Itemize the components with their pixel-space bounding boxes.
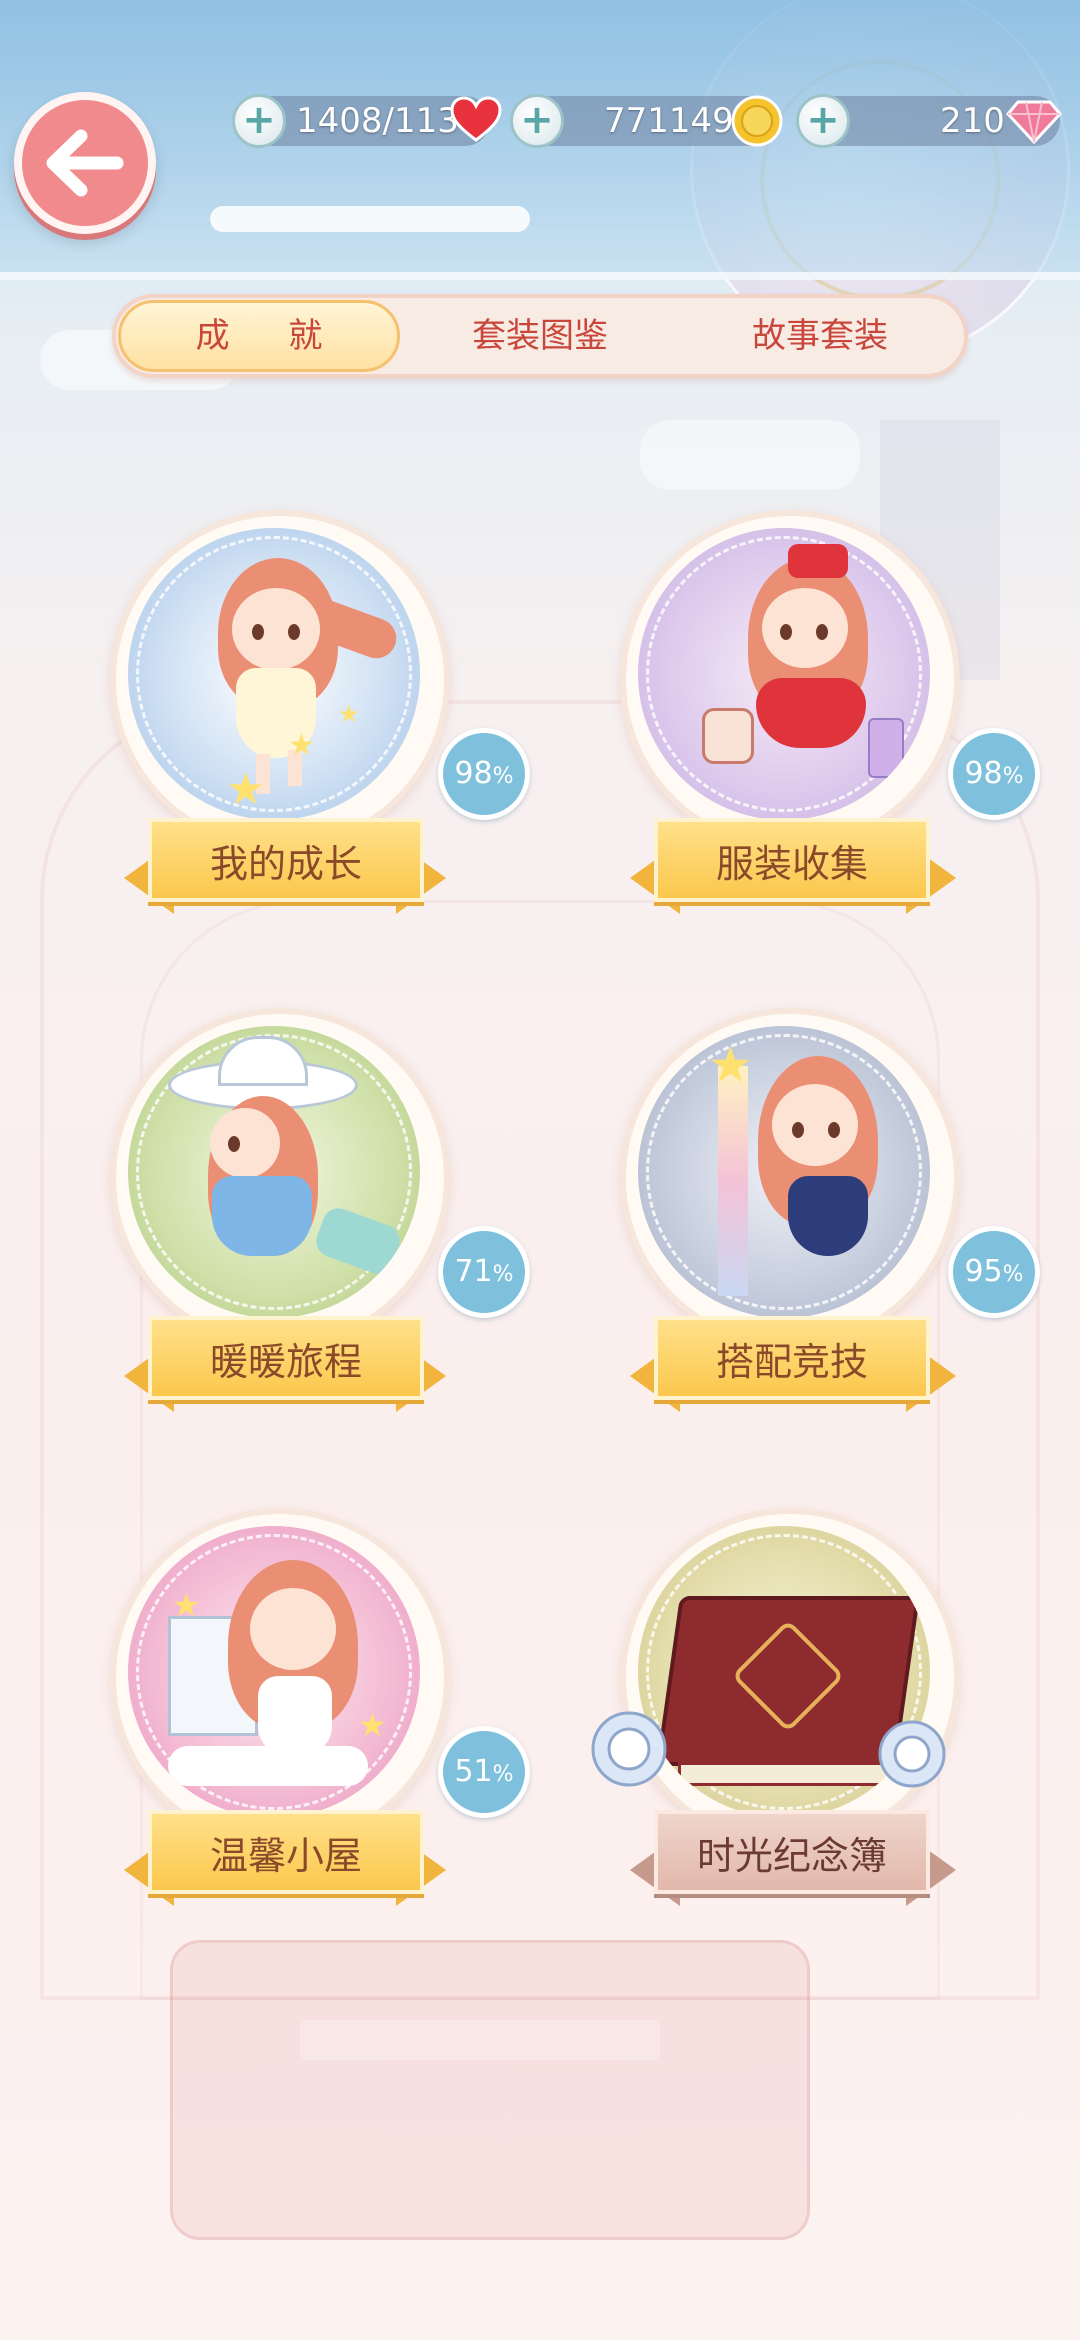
flower-icon bbox=[878, 1720, 946, 1788]
gold-value: 771149 bbox=[604, 101, 734, 141]
plus-icon[interactable]: + bbox=[232, 94, 286, 148]
achievement-title: 暖暖旅程 bbox=[148, 1316, 424, 1400]
cloud bbox=[210, 206, 530, 232]
medal-art: ★ ★ bbox=[128, 1526, 420, 1818]
tab-achievements[interactable]: 成 就 bbox=[118, 300, 400, 372]
progress-badge: 51% bbox=[438, 1726, 530, 1818]
tab-story-outfits[interactable]: 故事套装 bbox=[690, 300, 950, 372]
progress-badge: 71% bbox=[438, 1226, 530, 1318]
star-icon: ★ bbox=[172, 1586, 201, 1624]
cloud bbox=[640, 420, 860, 490]
achievement-title: 温馨小屋 bbox=[148, 1810, 424, 1894]
achievement-title: 时光纪念簿 bbox=[654, 1810, 930, 1894]
gem-icon bbox=[1006, 100, 1062, 144]
back-button[interactable] bbox=[14, 92, 156, 234]
achievement-title: 搭配竞技 bbox=[654, 1316, 930, 1400]
medal-art bbox=[638, 528, 930, 820]
achievement-title: 我的成长 bbox=[148, 818, 424, 902]
plus-icon[interactable]: + bbox=[510, 94, 564, 148]
medal-art: ★ ★ ★ bbox=[128, 528, 420, 820]
star-icon: ★ bbox=[338, 700, 360, 728]
star-icon: ★ bbox=[708, 1036, 753, 1094]
top-bar-divider bbox=[0, 272, 1080, 280]
tab-outfit-collection[interactable]: 套装图鉴 bbox=[410, 300, 670, 372]
medal-art: ★ bbox=[638, 1026, 930, 1318]
star-icon: ★ bbox=[226, 764, 266, 815]
progress-badge: 98% bbox=[438, 728, 530, 820]
star-icon: ★ bbox=[358, 1706, 387, 1744]
medal-art bbox=[128, 1026, 420, 1318]
achievement-title: 服装收集 bbox=[654, 818, 930, 902]
background-bus-sign bbox=[300, 2020, 660, 2060]
heart-icon bbox=[450, 96, 502, 142]
progress-badge: 95% bbox=[948, 1226, 1040, 1318]
stamina-value: 1408/113 bbox=[296, 101, 459, 141]
coin-icon bbox=[731, 95, 783, 147]
star-icon: ★ bbox=[288, 728, 315, 763]
flower-icon bbox=[591, 1711, 667, 1787]
progress-badge: 98% bbox=[948, 728, 1040, 820]
diamond-value: 210 bbox=[940, 101, 1005, 141]
background-bus bbox=[170, 1940, 810, 2240]
plus-icon[interactable]: + bbox=[796, 94, 850, 148]
arrow-left-icon bbox=[46, 129, 124, 197]
